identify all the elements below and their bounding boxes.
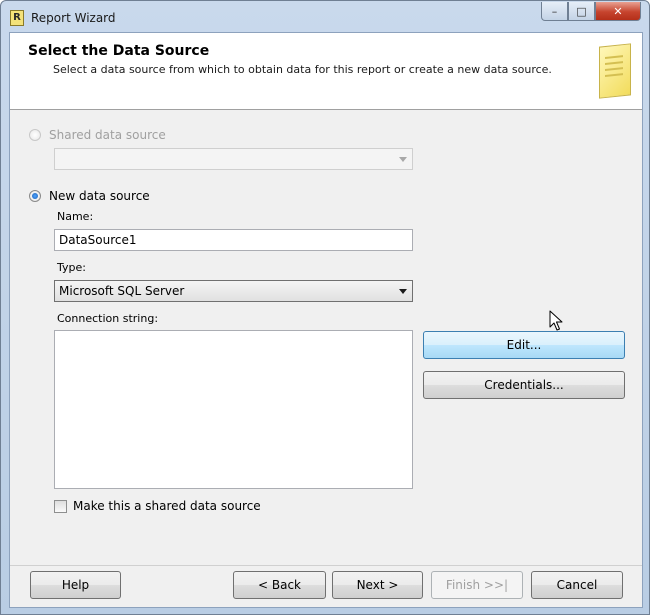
make-shared-option[interactable]: Make this a shared data source	[54, 499, 261, 513]
window-title: Report Wizard	[31, 11, 116, 25]
page-title: Select the Data Source	[28, 43, 210, 59]
mouse-pointer-icon	[549, 310, 563, 331]
type-dropdown[interactable]: Microsoft SQL Server	[54, 280, 413, 302]
title-bar[interactable]: R Report Wizard – □ ✕	[1, 1, 649, 33]
shared-data-source-dropdown[interactable]	[54, 148, 413, 170]
edit-button[interactable]: Edit...	[423, 331, 625, 359]
credentials-button-label: Credentials...	[484, 378, 564, 392]
new-data-source-radio[interactable]	[29, 190, 41, 202]
next-button-label: Next >	[356, 578, 399, 592]
shared-data-source-label: Shared data source	[49, 128, 166, 142]
edit-button-label: Edit...	[506, 338, 542, 352]
footer-divider	[10, 565, 642, 566]
new-data-source-label: New data source	[49, 189, 150, 203]
shared-data-source-option[interactable]: Shared data source	[29, 128, 166, 142]
help-button[interactable]: Help	[30, 571, 121, 599]
report-wizard-icon: R	[10, 10, 24, 26]
maximize-button[interactable]: □	[568, 2, 595, 21]
next-button[interactable]: Next >	[332, 571, 423, 599]
chevron-down-icon	[399, 157, 407, 162]
wizard-header: Select the Data Source Select a data sou…	[10, 33, 642, 110]
shared-data-source-radio[interactable]	[29, 129, 41, 141]
cancel-button-label: Cancel	[556, 578, 598, 592]
finish-button[interactable]: Finish >>|	[431, 571, 523, 599]
maximize-icon: □	[576, 4, 587, 18]
back-button[interactable]: < Back	[233, 571, 326, 599]
page-subtitle: Select a data source from which to obtai…	[53, 63, 552, 76]
minimize-icon: –	[551, 4, 558, 18]
connection-string-label: Connection string:	[57, 312, 159, 325]
back-button-label: < Back	[257, 578, 301, 592]
new-data-source-option[interactable]: New data source	[29, 189, 150, 203]
chevron-down-icon	[399, 289, 407, 294]
credentials-button[interactable]: Credentials...	[423, 371, 625, 399]
minimize-button[interactable]: –	[541, 2, 568, 21]
wizard-body: Select the Data Source Select a data sou…	[9, 32, 643, 608]
name-field[interactable]	[54, 229, 413, 251]
make-shared-label: Make this a shared data source	[73, 499, 261, 513]
report-wizard-window: R Report Wizard – □ ✕ Select the Data So…	[0, 0, 650, 615]
cancel-button[interactable]: Cancel	[531, 571, 623, 599]
type-label: Type:	[57, 261, 86, 274]
name-label: Name:	[57, 210, 94, 223]
make-shared-checkbox[interactable]	[54, 499, 67, 513]
window-controls: – □ ✕	[541, 2, 641, 22]
help-button-label: Help	[61, 578, 90, 592]
close-button[interactable]: ✕	[595, 2, 641, 21]
document-icon	[599, 43, 631, 99]
close-icon: ✕	[613, 4, 623, 18]
type-value: Microsoft SQL Server	[59, 284, 185, 298]
connection-string-field[interactable]	[54, 330, 413, 489]
finish-button-label: Finish >>|	[445, 578, 509, 592]
